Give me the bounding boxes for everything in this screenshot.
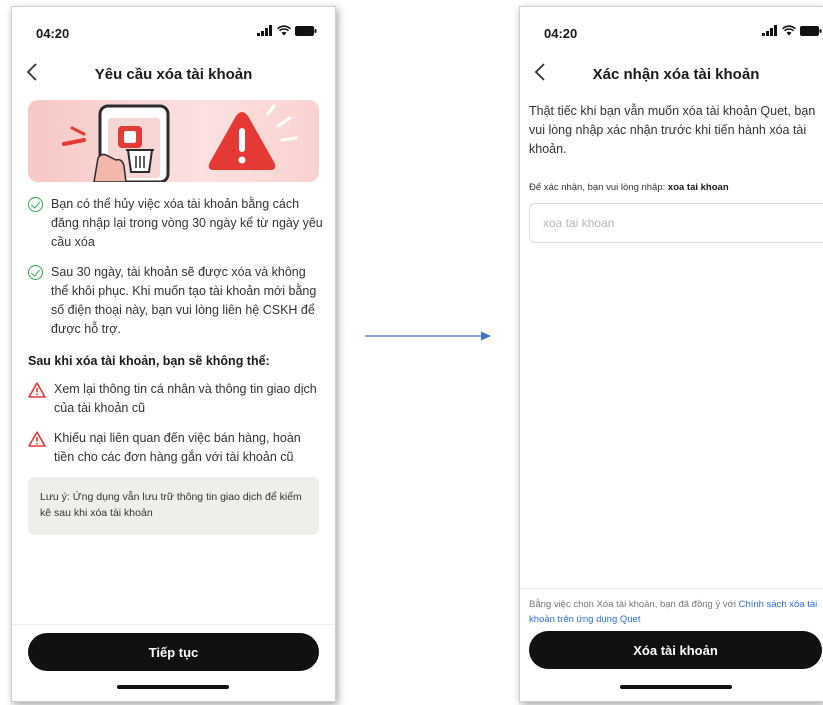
signal-icon [762,25,777,36]
info-item-text: Sau 30 ngày, tài khoản sẽ được xóa và kh… [51,265,317,336]
info-item: Bạn có thể hủy việc xóa tài khoản bằng c… [28,195,323,252]
info-item-text: Bạn có thể hủy việc xóa tài khoản bằng c… [51,197,323,249]
section-heading: Sau khi xóa tài khoản, bạn sẽ không thể: [28,354,270,368]
warning-item-text: Xem lại thông tin cá nhân và thông tin g… [54,382,317,415]
status-bar: 04:20 [520,7,823,57]
confirm-instruction: Để xác nhận, bạn vui lòng nhập: xoa tai … [529,182,729,193]
consent-text: Bằng việc chọn Xóa tài khoản, bạn đã đồn… [529,597,821,627]
warning-item: Khiếu nại liên quan đến việc bán hàng, h… [28,429,323,467]
system-icons [762,25,822,36]
status-bar: 04:20 [12,7,335,57]
check-circle-icon [28,265,43,280]
consent-prefix: Bằng việc chọn Xóa tài khoản, bạn đã đồn… [529,599,736,610]
phone-screen-delete-confirm: 04:20 Xác nhận xóa tài khoản Thật tiếc k… [519,6,823,702]
warning-item-text: Khiếu nại liên quan đến việc bán hàng, h… [54,431,301,464]
flow-arrow [365,331,491,341]
wifi-icon [782,25,796,36]
delete-account-banner [28,100,319,182]
system-icons [257,25,317,36]
intro-text: Thật tiếc khi bạn vẫn muốn xóa tài khoản… [529,104,816,156]
note-box: Lưu ý: Ứng dụng vẫn lưu trữ thông tin gi… [28,477,319,535]
confirm-phrase-input[interactable] [529,203,823,243]
home-indicator [117,685,229,689]
home-indicator [620,685,732,689]
warning-item: Xem lại thông tin cá nhân và thông tin g… [28,380,323,418]
nav-bar: Yêu cầu xóa tài khoản [12,57,335,93]
signal-icon [257,25,272,36]
status-time: 04:20 [544,26,578,41]
wifi-icon [277,25,291,36]
battery-icon [800,26,822,36]
phone-screen-delete-request: 04:20 Yêu cầu xóa tài khoản Bạn có thể h… [11,6,336,702]
page-title: Xác nhận xóa tài khoản [592,66,760,83]
check-circle-icon [28,197,43,212]
warning-triangle-icon [28,431,46,447]
confirm-phrase: xoa tai khoan [667,182,729,193]
continue-button[interactable]: Tiếp tục [28,633,319,671]
status-time: 04:20 [36,26,70,41]
nav-bar: Xác nhận xóa tài khoản [520,57,823,93]
phone-trash-illustration [62,104,298,182]
battery-icon [295,26,317,36]
bottom-action-bar: Tiếp tục [12,624,335,701]
warning-triangle-icon [28,382,46,398]
bottom-action-bar: Bằng việc chọn Xóa tài khoản, bạn đã đồn… [520,588,823,701]
page-title: Yêu cầu xóa tài khoản [94,66,253,83]
info-item: Sau 30 ngày, tài khoản sẽ được xóa và kh… [28,263,323,339]
confirm-instruction-label: Để xác nhận, bạn vui lòng nhập: [529,182,666,193]
delete-account-button[interactable]: Xóa tài khoản [529,631,822,669]
